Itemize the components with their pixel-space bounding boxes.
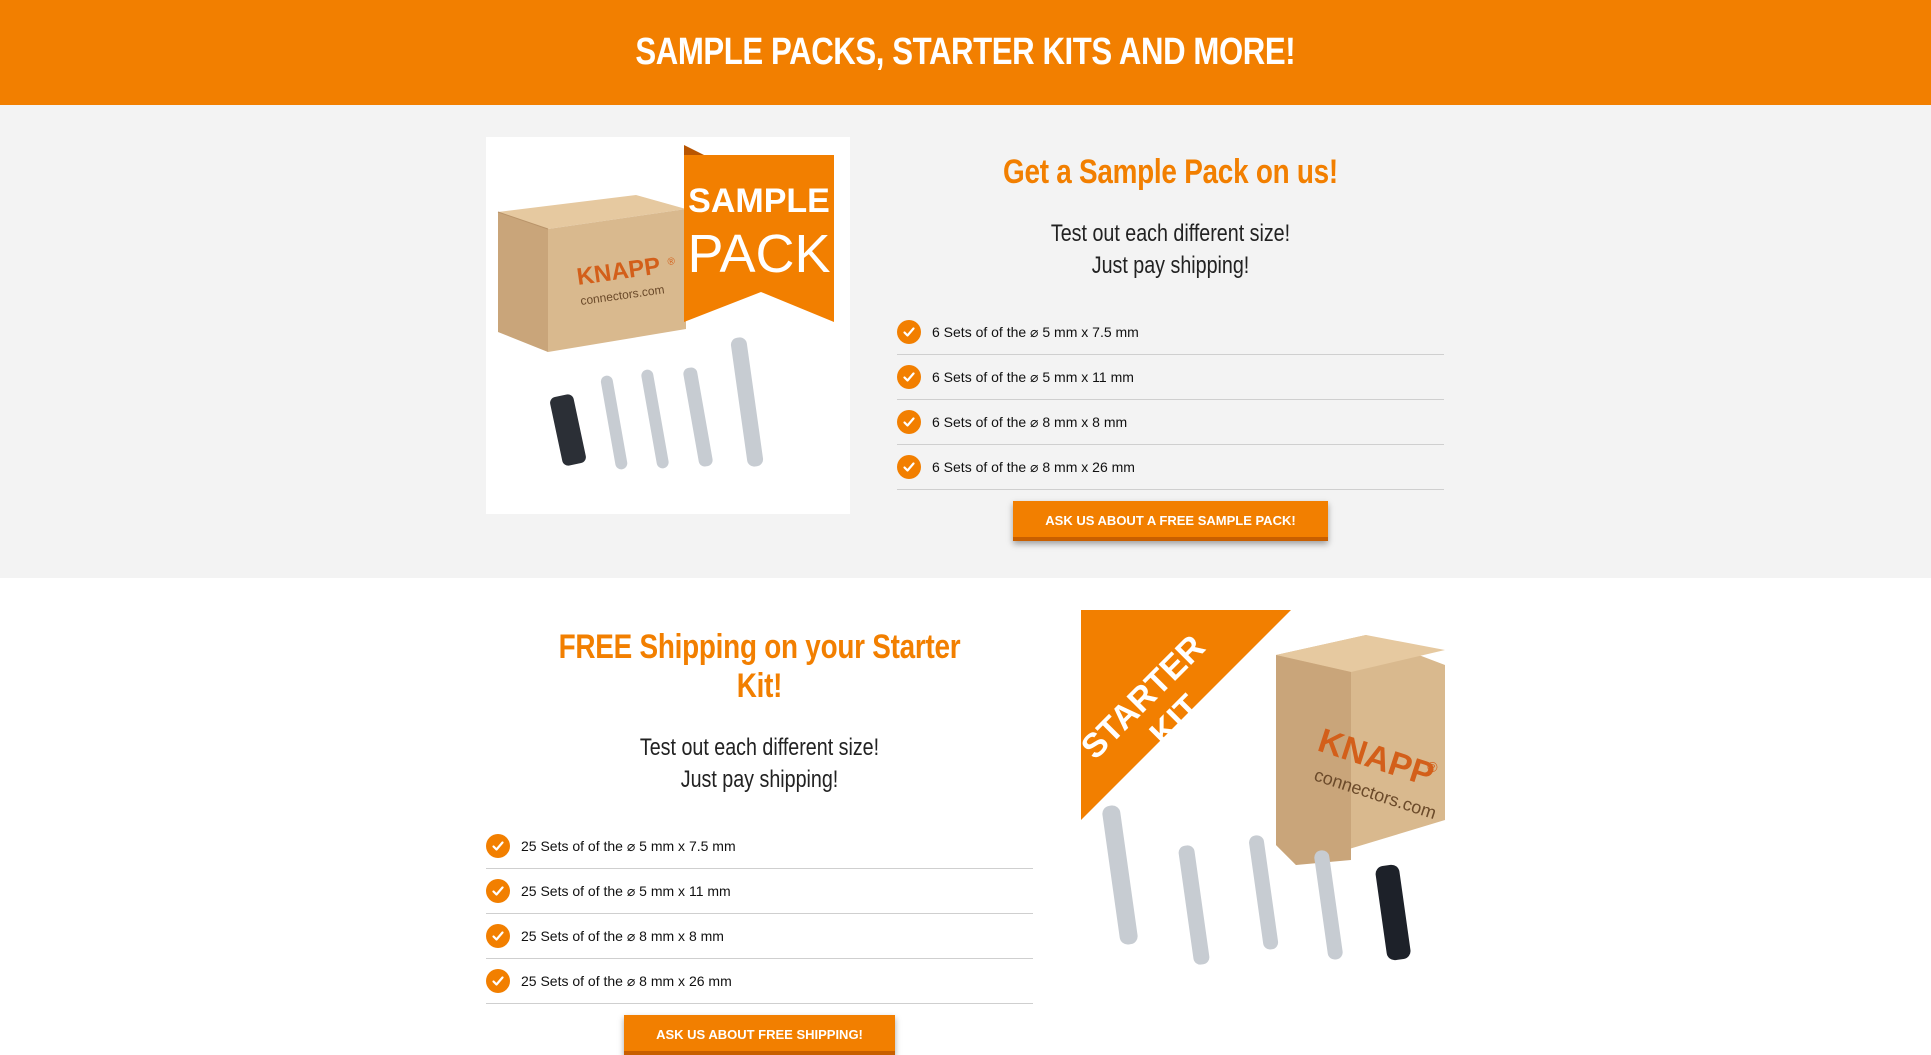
sample-pack-subtitle: Test out each different size! Just pay s…	[1050, 220, 1291, 279]
starter-kit-illustration: STARTER KIT KNAPP ® connectors.com	[1081, 610, 1445, 965]
ribbon-line2: PACK	[687, 224, 830, 284]
check-circle-icon	[486, 969, 510, 993]
list-item: 25 Sets of of the ⌀ 5 mm x 11 mm	[486, 869, 1033, 914]
starter-kit-heading: FREE Shipping on your Starter Kit!	[558, 628, 961, 705]
check-circle-icon	[897, 365, 921, 389]
check-circle-icon	[486, 924, 510, 948]
sample-pack-heading: Get a Sample Pack on us!	[1003, 153, 1338, 191]
list-item: 25 Sets of of the ⌀ 8 mm x 26 mm	[486, 959, 1033, 1004]
sample-pack-illustration: KNAPP ® connectors.com SAMPLE PACK	[497, 145, 834, 470]
sample-pack-section: KNAPP ® connectors.com SAMPLE PACK Get a…	[0, 105, 1931, 578]
sample-pack-image: KNAPP ® connectors.com SAMPLE PACK	[486, 137, 850, 514]
top-banner: SAMPLE PACKS, STARTER KITS AND MORE!	[0, 0, 1931, 105]
list-item: 6 Sets of of the ⌀ 5 mm x 7.5 mm	[897, 310, 1444, 355]
list-item: 6 Sets of of the ⌀ 8 mm x 26 mm	[897, 445, 1444, 490]
check-circle-icon	[486, 834, 510, 858]
starter-kit-image: STARTER KIT KNAPP ® connectors.com	[1081, 610, 1445, 985]
list-item: 6 Sets of of the ⌀ 5 mm x 11 mm	[897, 355, 1444, 400]
starter-kit-section: FREE Shipping on your Starter Kit! Test …	[0, 578, 1931, 1055]
sample-pack-button[interactable]: ASK US ABOUT A FREE SAMPLE PACK!	[1013, 501, 1328, 541]
check-circle-icon	[897, 320, 921, 344]
list-item: 25 Sets of of the ⌀ 5 mm x 7.5 mm	[486, 824, 1033, 869]
connector-pins-icon	[550, 337, 764, 470]
ribbon-line1: SAMPLE	[688, 182, 830, 220]
list-item: 6 Sets of of the ⌀ 8 mm x 8 mm	[897, 400, 1444, 445]
starter-kit-subtitle: Test out each different size! Just pay s…	[639, 734, 880, 793]
check-circle-icon	[897, 455, 921, 479]
banner-title: SAMPLE PACKS, STARTER KITS AND MORE!	[635, 31, 1296, 73]
check-circle-icon	[897, 410, 921, 434]
starter-kit-list: 25 Sets of of the ⌀ 5 mm x 7.5 mm 25 Set…	[486, 824, 1033, 1004]
check-circle-icon	[486, 879, 510, 903]
starter-kit-info: FREE Shipping on your Starter Kit! Test …	[486, 628, 1033, 1055]
list-item: 25 Sets of of the ⌀ 8 mm x 8 mm	[486, 914, 1033, 959]
starter-kit-button[interactable]: ASK US ABOUT FREE SHIPPING!	[624, 1015, 895, 1055]
sample-pack-list: 6 Sets of of the ⌀ 5 mm x 7.5 mm 6 Sets …	[897, 310, 1444, 490]
sample-pack-info: Get a Sample Pack on us! Test out each d…	[897, 153, 1444, 541]
